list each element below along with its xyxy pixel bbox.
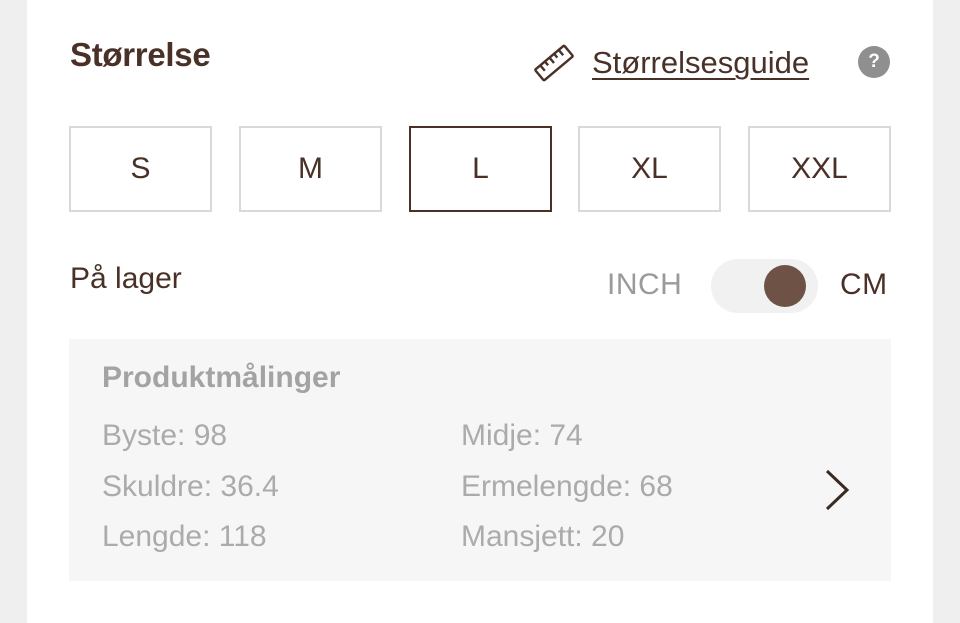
help-icon[interactable]: ? bbox=[858, 46, 890, 78]
measurement-cuff: Mansjett: 20 bbox=[461, 520, 625, 553]
product-measurements-panel[interactable]: Produktmålinger Byste: 98 Midje: 74 Skul… bbox=[69, 339, 891, 581]
chevron-right-icon[interactable] bbox=[821, 467, 853, 513]
size-option-m[interactable]: M bbox=[239, 126, 382, 212]
size-option-xl[interactable]: XL bbox=[578, 126, 721, 212]
unit-toggle-switch[interactable] bbox=[711, 259, 818, 313]
measurement-length: Lengde: 118 bbox=[102, 520, 267, 553]
size-option-l[interactable]: L bbox=[409, 126, 552, 212]
size-guide-link-group[interactable]: Størrelsesguide bbox=[532, 38, 809, 88]
stock-status: På lager bbox=[70, 262, 182, 295]
size-section-title: Størrelse bbox=[70, 36, 211, 73]
toggle-knob bbox=[764, 265, 806, 307]
size-option-s[interactable]: S bbox=[69, 126, 212, 212]
measurement-sleeve-length: Ermelengde: 68 bbox=[461, 470, 673, 503]
measurement-shoulder: Skuldre: 36.4 bbox=[102, 470, 279, 503]
size-guide-link[interactable]: Størrelsesguide bbox=[592, 45, 809, 81]
size-option-xxl[interactable]: XXL bbox=[748, 126, 891, 212]
unit-label-inch[interactable]: INCH bbox=[607, 268, 682, 302]
unit-label-cm[interactable]: CM bbox=[840, 268, 888, 302]
measurements-title: Produktmålinger bbox=[102, 361, 341, 394]
measurement-bust: Byste: 98 bbox=[102, 419, 228, 452]
measurement-waist: Midje: 74 bbox=[461, 419, 583, 452]
size-selector: S M L XL XXL bbox=[69, 126, 891, 212]
ruler-icon bbox=[534, 44, 574, 82]
